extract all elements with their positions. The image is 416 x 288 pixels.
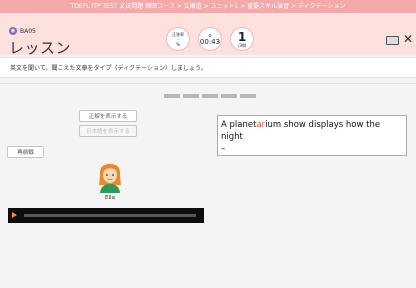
progress-segment xyxy=(202,94,218,98)
timer-value: 00:43 xyxy=(199,37,221,46)
progress-segment xyxy=(240,94,256,98)
lesson-header: ◉ BA05 レッスン 正答率 - % ⏲ 00:43 1 /3問 ✕ xyxy=(0,13,416,57)
audio-seek-bar[interactable] xyxy=(24,214,196,217)
lesson-icon: ◉ xyxy=(9,27,17,35)
accuracy-badge: 正答率 - % xyxy=(166,27,190,51)
show-japanese-button[interactable]: 日本語を表示する xyxy=(79,125,137,137)
instruction-text: 英文を聞いて、聞こえた文章をタイプ（ディクテーション）しましょう。 xyxy=(10,65,207,72)
accuracy-unit: % xyxy=(176,41,180,47)
page-title: レッスン xyxy=(9,39,72,57)
show-answer-button[interactable]: 正解を表示する xyxy=(79,110,137,122)
progress-segment xyxy=(221,94,237,98)
speaker-avatar xyxy=(99,164,121,193)
answer-input[interactable]: A planetarium show displays how the nigh… xyxy=(217,115,407,156)
play-icon[interactable] xyxy=(12,212,17,218)
lesson-code: ◉ BA05 xyxy=(9,27,36,35)
close-icon[interactable]: ✕ xyxy=(403,32,413,46)
progress-segment xyxy=(183,94,199,98)
answer-text: A planet xyxy=(221,120,257,130)
keyboard-icon[interactable] xyxy=(386,36,399,45)
speaker-name: Ella xyxy=(105,195,115,201)
question-current: 1 xyxy=(237,29,247,44)
answer-line2: – xyxy=(221,144,226,154)
breadcrumb: TOEFL ITP TEST 文法問題 弾回コース > 文構造 > ユニット1 … xyxy=(70,3,346,10)
window-title-bar: TOEFL ITP TEST 文法問題 弾回コース > 文構造 > ユニット1 … xyxy=(0,0,416,13)
question-total: /3問 xyxy=(238,42,246,48)
audio-player xyxy=(8,208,204,223)
lesson-code-label: BA05 xyxy=(20,27,36,35)
divider xyxy=(0,83,416,84)
question-progress xyxy=(164,94,256,98)
answer-highlight: ar xyxy=(256,120,266,130)
replay-button[interactable]: 再前戦 xyxy=(7,146,44,158)
progress-segment xyxy=(164,94,180,98)
timer-badge: ⏲ 00:43 xyxy=(198,27,222,51)
instruction-bar: 英文を聞いて、聞こえた文章をタイプ（ディクテーション）しましょう。 xyxy=(0,57,416,78)
question-counter-badge: 1 /3問 xyxy=(230,27,254,51)
